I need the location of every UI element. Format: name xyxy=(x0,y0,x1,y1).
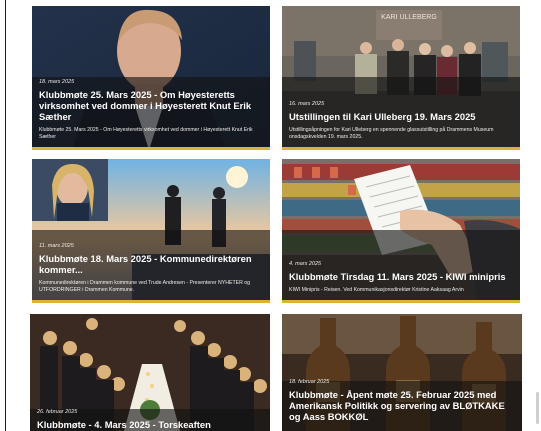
post-date: 18. mars 2025 xyxy=(39,79,75,85)
news-card[interactable]: 4. mars 2025 Klubbmøte Tirsdag 11. Mars … xyxy=(282,159,520,303)
post-title[interactable]: Klubbmøte 25. Mars 2025 - Om Høyesterett… xyxy=(39,89,264,122)
post-excerpt: KIWI Minipris - Reisen. Ved Kommunikasjo… xyxy=(289,287,464,293)
card-meta: 18. mars 2025 Klubbmøte 25. Mars 2025 - … xyxy=(39,79,264,141)
news-card[interactable]: 11. mars 2025 Klubbmøte 18. Mars 2025 - … xyxy=(32,159,270,303)
card-meta: 11. mars 2025 Klubbmøte 18. Mars 2025 - … xyxy=(39,243,264,294)
post-title[interactable]: Klubbmøte - 4. Mars 2025 - Torskeaften xyxy=(37,419,264,430)
post-date: 11. mars 2025 xyxy=(39,243,74,249)
card-meta: 4. mars 2025 Klubbmøte Tirsdag 11. Mars … xyxy=(289,261,514,294)
news-card[interactable]: KARI ULLEBERG 16. mars 2025 Utstillingen… xyxy=(282,6,520,150)
post-excerpt: Kommunedirektøren i Drammen kommune ved … xyxy=(39,280,251,293)
exhibition-sign-text: KARI ULLEBERG xyxy=(381,14,437,21)
news-card[interactable]: 26. februar 2025 Klubbmøte - 4. Mars 202… xyxy=(30,314,270,431)
post-title[interactable]: Klubbmøte 18. Mars 2025 - Kommunedirektø… xyxy=(39,253,264,275)
page-scrollbar-thumb[interactable] xyxy=(536,392,539,424)
page-scrollbar-track[interactable] xyxy=(530,0,541,431)
post-title[interactable]: Klubbmøte Tirsdag 11. Mars 2025 - KIWI m… xyxy=(289,271,514,282)
post-date: 18. februar 2025 xyxy=(289,379,330,385)
card-meta: 18. februar 2025 Klubbmøte - Åpent møte … xyxy=(289,379,516,427)
post-title[interactable]: Klubbmøte - Åpent møte 25. Februar 2025 … xyxy=(289,389,516,422)
post-date: 4. mars 2025 xyxy=(289,261,322,267)
news-card[interactable]: 18. mars 2025 Klubbmøte 25. Mars 2025 - … xyxy=(32,6,270,150)
card-meta: 26. februar 2025 Klubbmøte - 4. Mars 202… xyxy=(37,409,264,431)
post-excerpt: Utstillingsåpningen for Kari Ulleberg en… xyxy=(289,127,494,140)
post-title[interactable]: Utstillingen til Kari Ulleberg 19. Mars … xyxy=(289,111,514,122)
post-date: 26. februar 2025 xyxy=(37,409,78,415)
page-left-border xyxy=(5,0,6,431)
post-date: 16. mars 2025 xyxy=(289,101,325,107)
news-card[interactable]: 18. februar 2025 Klubbmøte - Åpent møte … xyxy=(282,314,522,431)
card-meta: 16. mars 2025 Utstillingen til Kari Ulle… xyxy=(289,101,514,141)
post-excerpt: Klubbmøte 25. Mars 2025 - Om Høyesterett… xyxy=(39,127,253,140)
